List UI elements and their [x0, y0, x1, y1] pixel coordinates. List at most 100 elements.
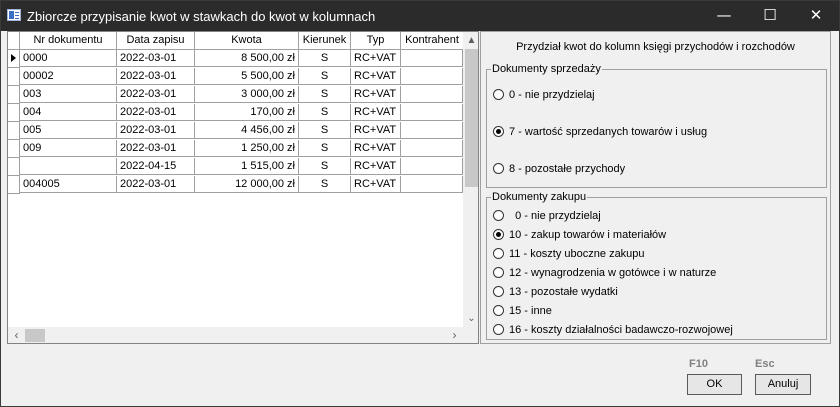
cell-direction[interactable]: S	[299, 176, 351, 193]
radio-button[interactable]	[493, 324, 504, 335]
close-button[interactable]: ✕	[793, 1, 839, 31]
radio-label[interactable]: 11 - koszty uboczne zakupu	[509, 246, 645, 262]
cell-nr[interactable]: 004	[20, 104, 117, 121]
cell-type[interactable]: RC+VAT	[351, 86, 401, 103]
cell-type[interactable]: RC+VAT	[351, 140, 401, 157]
cell-date[interactable]: 2022-03-01	[117, 122, 195, 139]
cell-amount[interactable]: 1 250,00 zł	[195, 140, 299, 157]
radio-button[interactable]	[493, 305, 504, 316]
cell-type[interactable]: RC+VAT	[351, 122, 401, 139]
cell-date[interactable]: 2022-03-01	[117, 50, 195, 67]
cell-contractor[interactable]	[401, 176, 463, 193]
cell-date[interactable]: 2022-03-01	[117, 140, 195, 157]
title-bar[interactable]: Zbiorcze przypisanie kwot w stawkach do …	[1, 1, 839, 31]
cell-type[interactable]: RC+VAT	[351, 50, 401, 67]
cell-contractor[interactable]	[401, 140, 463, 157]
table-row[interactable]: 009 2022-03-01 1 250,00 zł S RC+VAT	[8, 140, 468, 158]
radio-label[interactable]: 16 - koszty działalności badawczo-rozwoj…	[509, 322, 733, 338]
cell-contractor[interactable]	[401, 68, 463, 85]
scroll-down-icon[interactable]: ⌄	[463, 310, 478, 327]
cell-contractor[interactable]	[401, 158, 463, 175]
table-row[interactable]: 004 2022-03-01 170,00 zł S RC+VAT	[8, 104, 468, 122]
app-icon	[7, 9, 21, 21]
radio-label[interactable]: 7 - wartość sprzedanych towarów i usług	[509, 124, 707, 140]
column-header-type[interactable]: Typ	[351, 32, 401, 50]
cell-amount[interactable]: 1 515,00 zł	[195, 158, 299, 175]
cell-date[interactable]: 2022-03-01	[117, 86, 195, 103]
cell-date[interactable]: 2022-03-01	[117, 176, 195, 193]
cell-date[interactable]: 2022-04-15	[117, 158, 195, 175]
cell-direction[interactable]: S	[299, 140, 351, 157]
scroll-left-icon[interactable]: ‹	[8, 327, 25, 343]
radio-button[interactable]	[493, 126, 504, 137]
cell-amount[interactable]: 5 500,00 zł	[195, 68, 299, 85]
cell-nr[interactable]: 005	[20, 122, 117, 139]
cell-nr[interactable]: 003	[20, 86, 117, 103]
vertical-scroll-thumb[interactable]	[465, 49, 478, 187]
cell-type[interactable]: RC+VAT	[351, 158, 401, 175]
minimize-button[interactable]: —	[701, 1, 747, 31]
cell-direction[interactable]: S	[299, 122, 351, 139]
table-row[interactable]: 005 2022-03-01 4 456,00 zł S RC+VAT	[8, 122, 468, 140]
documents-grid[interactable]: Nr dokumentu Data zapisu Kwota Kierunek …	[7, 31, 479, 344]
row-indicator	[8, 50, 20, 68]
cell-date[interactable]: 2022-03-01	[117, 104, 195, 121]
radio-button[interactable]	[493, 229, 504, 240]
radio-label[interactable]: 13 - pozostałe wydatki	[509, 284, 618, 300]
radio-button[interactable]	[493, 286, 504, 297]
cancel-button[interactable]: Anuluj	[755, 374, 811, 395]
cell-direction[interactable]: S	[299, 104, 351, 121]
scroll-up-icon[interactable]: ▲	[463, 32, 478, 49]
column-header-contractor[interactable]: Kontrahent	[401, 32, 464, 50]
radio-button[interactable]	[493, 210, 504, 221]
horizontal-scrollbar[interactable]: ‹ ›	[8, 327, 463, 343]
column-header-direction[interactable]: Kierunek	[299, 32, 351, 50]
cell-nr[interactable]: 00002	[20, 68, 117, 85]
radio-label[interactable]: 10 - zakup towarów i materiałów	[509, 227, 666, 243]
radio-label[interactable]: 15 - inne	[509, 303, 552, 319]
radio-button[interactable]	[493, 163, 504, 174]
cell-type[interactable]: RC+VAT	[351, 176, 401, 193]
cell-contractor[interactable]	[401, 104, 463, 121]
maximize-button[interactable]: ☐	[747, 1, 793, 31]
cell-nr[interactable]: 009	[20, 140, 117, 157]
scroll-right-icon[interactable]: ›	[446, 327, 463, 343]
cell-nr[interactable]: 004005	[20, 176, 117, 193]
table-row[interactable]: 004005 2022-03-01 12 000,00 zł S RC+VAT	[8, 176, 468, 194]
column-header-nr[interactable]: Nr dokumentu	[20, 32, 117, 50]
sales-group-legend: Dokumenty sprzedaży	[491, 63, 602, 75]
horizontal-scroll-thumb[interactable]	[25, 329, 45, 342]
cell-nr[interactable]: 0000	[20, 50, 117, 67]
cell-date[interactable]: 2022-03-01	[117, 68, 195, 85]
vertical-scrollbar[interactable]: ▲ ⌄	[463, 32, 478, 327]
radio-button[interactable]	[493, 248, 504, 259]
cell-amount[interactable]: 12 000,00 zł	[195, 176, 299, 193]
radio-label[interactable]: 12 - wynagrodzenia w gotówce i w naturze	[509, 265, 716, 281]
cell-contractor[interactable]	[401, 50, 463, 67]
cell-direction[interactable]: S	[299, 50, 351, 67]
column-header-date[interactable]: Data zapisu	[117, 32, 195, 50]
cell-nr[interactable]	[20, 158, 117, 175]
cell-contractor[interactable]	[401, 86, 463, 103]
ok-button[interactable]: OK	[687, 374, 742, 395]
table-row[interactable]: 00002 2022-03-01 5 500,00 zł S RC+VAT	[8, 68, 468, 86]
table-row[interactable]: 0000 2022-03-01 8 500,00 zł S RC+VAT	[8, 50, 468, 68]
cell-amount[interactable]: 8 500,00 zł	[195, 50, 299, 67]
cell-amount[interactable]: 4 456,00 zł	[195, 122, 299, 139]
radio-label[interactable]: 0 - nie przydzielaj	[509, 208, 601, 224]
table-row[interactable]: 2022-04-15 1 515,00 zł S RC+VAT	[8, 158, 468, 176]
cell-direction[interactable]: S	[299, 158, 351, 175]
cell-amount[interactable]: 3 000,00 zł	[195, 86, 299, 103]
cell-contractor[interactable]	[401, 122, 463, 139]
radio-label[interactable]: 0 - nie przydzielaj	[509, 87, 595, 103]
cell-direction[interactable]: S	[299, 68, 351, 85]
cell-type[interactable]: RC+VAT	[351, 104, 401, 121]
radio-button[interactable]	[493, 267, 504, 278]
cell-direction[interactable]: S	[299, 86, 351, 103]
table-row[interactable]: 003 2022-03-01 3 000,00 zł S RC+VAT	[8, 86, 468, 104]
column-header-amount[interactable]: Kwota	[195, 32, 299, 50]
cell-amount[interactable]: 170,00 zł	[195, 104, 299, 121]
cell-type[interactable]: RC+VAT	[351, 68, 401, 85]
radio-label[interactable]: 8 - pozostałe przychody	[509, 161, 625, 177]
radio-button[interactable]	[493, 89, 504, 100]
